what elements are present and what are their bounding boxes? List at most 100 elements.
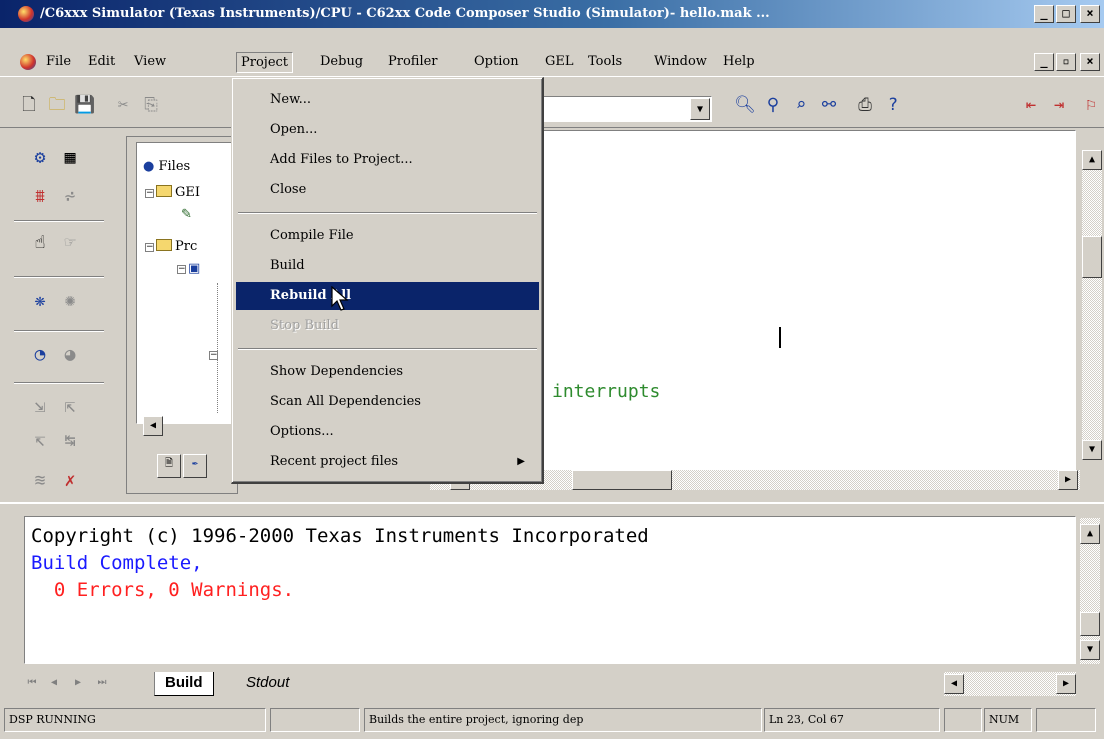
tree-node-gel[interactable]: − GEI xyxy=(145,185,200,200)
output-scroll-left-button[interactable]: ◀ xyxy=(944,674,964,694)
app-menu-icon[interactable] xyxy=(20,54,36,70)
project-tree[interactable]: ● Files − GEI ✎ − Prc − ▣ − xyxy=(136,142,234,424)
close-button[interactable]: × xyxy=(1080,5,1100,23)
memory-icon[interactable]: ▦ xyxy=(58,147,82,169)
menu-item-new[interactable]: New... xyxy=(236,86,539,114)
doc-close-button[interactable]: × xyxy=(1080,53,1100,71)
output-pane[interactable]: Copyright (c) 1996-2000 Texas Instrument… xyxy=(24,516,1076,664)
run-icon[interactable]: ⚙ xyxy=(28,147,52,169)
profile-remove-icon[interactable]: ◕ xyxy=(58,344,82,366)
scroll-up-button[interactable]: ▲ xyxy=(1082,150,1102,170)
tree-root-label: Files xyxy=(158,159,191,174)
halt-icon[interactable]: ✺ xyxy=(58,290,82,312)
doc-minimize-button[interactable]: _ xyxy=(1034,53,1054,71)
remove-probe-icon[interactable]: ☞ xyxy=(58,232,82,254)
menu-item-build[interactable]: Build xyxy=(236,252,539,280)
binoculars-icon[interactable]: ⚯ xyxy=(818,94,840,116)
tree-root[interactable]: ● Files xyxy=(143,159,190,174)
find-in-files-icon[interactable]: ⌕ xyxy=(790,94,812,116)
find-combo[interactable]: ▼ xyxy=(542,96,712,122)
tree-node-projects[interactable]: − Prc xyxy=(145,239,197,254)
menu-item-recent-project-files[interactable]: Recent project files ▶ xyxy=(236,448,539,476)
doc-restore-button[interactable]: ▫ xyxy=(1056,53,1076,71)
tab-first-icon[interactable]: ⏮ xyxy=(24,676,40,692)
menu-file[interactable]: File xyxy=(46,54,71,69)
title-bar[interactable]: /C6xxx Simulator (Texas Instruments)/CPU… xyxy=(0,0,1104,28)
find-icon[interactable]: 🔍︎ xyxy=(734,94,756,116)
menu-item-close[interactable]: Close xyxy=(236,176,539,204)
collapse-icon[interactable]: − xyxy=(145,243,154,252)
output-line-copyright: Copyright (c) 1996-2000 Texas Instrument… xyxy=(31,525,649,547)
editor-vertical-scrollbar[interactable] xyxy=(1082,150,1102,456)
bookmarks-tab-icon[interactable]: ✒ xyxy=(183,454,207,478)
output-scroll-right-button[interactable]: ▶ xyxy=(1056,674,1076,694)
remove-breakpoint-icon[interactable]: ⩫ xyxy=(58,186,82,208)
menu-project[interactable]: Project xyxy=(236,52,294,73)
menu-item-add-files[interactable]: Add Files to Project... xyxy=(236,146,539,174)
tab-last-icon[interactable]: ⏭ xyxy=(94,676,110,692)
tree-leaf-gel-file[interactable]: ✎ xyxy=(181,207,192,222)
collapse-icon[interactable]: − xyxy=(177,265,186,274)
tab-build[interactable]: Build xyxy=(154,672,214,696)
maximize-button[interactable]: □ xyxy=(1056,5,1076,23)
menu-help[interactable]: Help xyxy=(723,54,755,69)
step-into-icon[interactable]: ⇲ xyxy=(28,396,52,418)
menu-item-rebuild-all[interactable]: Rebuild All xyxy=(236,282,539,310)
tree-scroll-left-button[interactable]: ◀ xyxy=(143,416,163,436)
cut-icon[interactable]: ✂ xyxy=(112,94,134,116)
print-icon[interactable]: ⎙ xyxy=(854,94,876,116)
menu-item-scan-dependencies[interactable]: Scan All Dependencies xyxy=(236,388,539,416)
editor-hscroll-thumb[interactable] xyxy=(572,470,672,490)
help-pointer-icon[interactable]: ? xyxy=(882,94,904,116)
stop-icon[interactable]: ✗ xyxy=(58,470,82,492)
new-file-icon[interactable]: 🗋 xyxy=(18,94,40,116)
menu-debug[interactable]: Debug xyxy=(320,54,363,69)
app-icon[interactable] xyxy=(18,6,34,22)
menu-tools[interactable]: Tools xyxy=(588,54,622,69)
menu-window[interactable]: Window xyxy=(654,54,707,69)
tab-stdout[interactable]: Stdout xyxy=(236,672,299,696)
tab-prev-icon[interactable]: ◀ xyxy=(46,676,62,692)
tree-node-project-file[interactable]: − ▣ xyxy=(177,261,200,276)
menu-edit[interactable]: Edit xyxy=(88,54,115,69)
minimize-button[interactable]: _ xyxy=(1034,5,1054,23)
combo-dropdown-arrow-icon[interactable]: ▼ xyxy=(690,98,710,120)
copy-icon[interactable]: ⎘ xyxy=(140,94,162,116)
profile-clock-icon[interactable]: ◔ xyxy=(28,344,52,366)
find-next-icon[interactable]: ⚲ xyxy=(762,94,784,116)
step-over-icon[interactable]: ⇱ xyxy=(58,396,82,418)
menu-option[interactable]: Option xyxy=(474,54,519,69)
bookmark-icon[interactable]: ⚐ xyxy=(1080,94,1102,116)
output-scroll-up-button[interactable]: ▲ xyxy=(1080,524,1100,544)
editor-pane[interactable] xyxy=(540,130,1076,470)
menu-item-compile-file[interactable]: Compile File xyxy=(236,222,539,250)
step-out-icon[interactable]: ↸ xyxy=(28,430,52,452)
run-free-icon[interactable]: ≋ xyxy=(28,470,52,492)
save-icon[interactable]: 💾 xyxy=(74,94,96,116)
outdent-icon[interactable]: ⇤ xyxy=(1020,94,1042,116)
run-to-cursor-icon[interactable]: ↹ xyxy=(58,430,82,452)
animate-icon[interactable]: ❋ xyxy=(28,290,52,312)
menu-item-options[interactable]: Options... xyxy=(236,418,539,446)
open-folder-icon[interactable]: 🗀 xyxy=(46,94,68,116)
scroll-right-button[interactable]: ▶ xyxy=(1058,470,1078,490)
status-num-lock: NUM xyxy=(984,708,1032,732)
expand-icon[interactable]: − xyxy=(209,351,218,360)
menu-view[interactable]: View xyxy=(134,54,166,69)
output-vscroll-thumb[interactable] xyxy=(1080,612,1100,636)
file-view-tab-icon[interactable]: 🗎 xyxy=(157,454,181,478)
scroll-down-button[interactable]: ▼ xyxy=(1082,440,1102,460)
editor-vscroll-thumb[interactable] xyxy=(1082,236,1102,278)
tree-node-include[interactable]: − xyxy=(209,347,220,362)
output-scroll-down-button[interactable]: ▼ xyxy=(1080,640,1100,660)
menu-gel[interactable]: GEL xyxy=(545,54,574,69)
indent-icon[interactable]: ⇥ xyxy=(1048,94,1070,116)
tab-next-icon[interactable]: ▶ xyxy=(70,676,86,692)
collapse-icon[interactable]: − xyxy=(145,189,154,198)
status-message: Builds the entire project, ignoring dep xyxy=(364,708,762,732)
probe-point-icon[interactable]: ☝ xyxy=(28,232,52,254)
breakpoint-icon[interactable]: ⩩ xyxy=(28,186,52,208)
menu-item-open[interactable]: Open... xyxy=(236,116,539,144)
menu-item-show-dependencies[interactable]: Show Dependencies xyxy=(236,358,539,386)
menu-profiler[interactable]: Profiler xyxy=(388,54,438,69)
